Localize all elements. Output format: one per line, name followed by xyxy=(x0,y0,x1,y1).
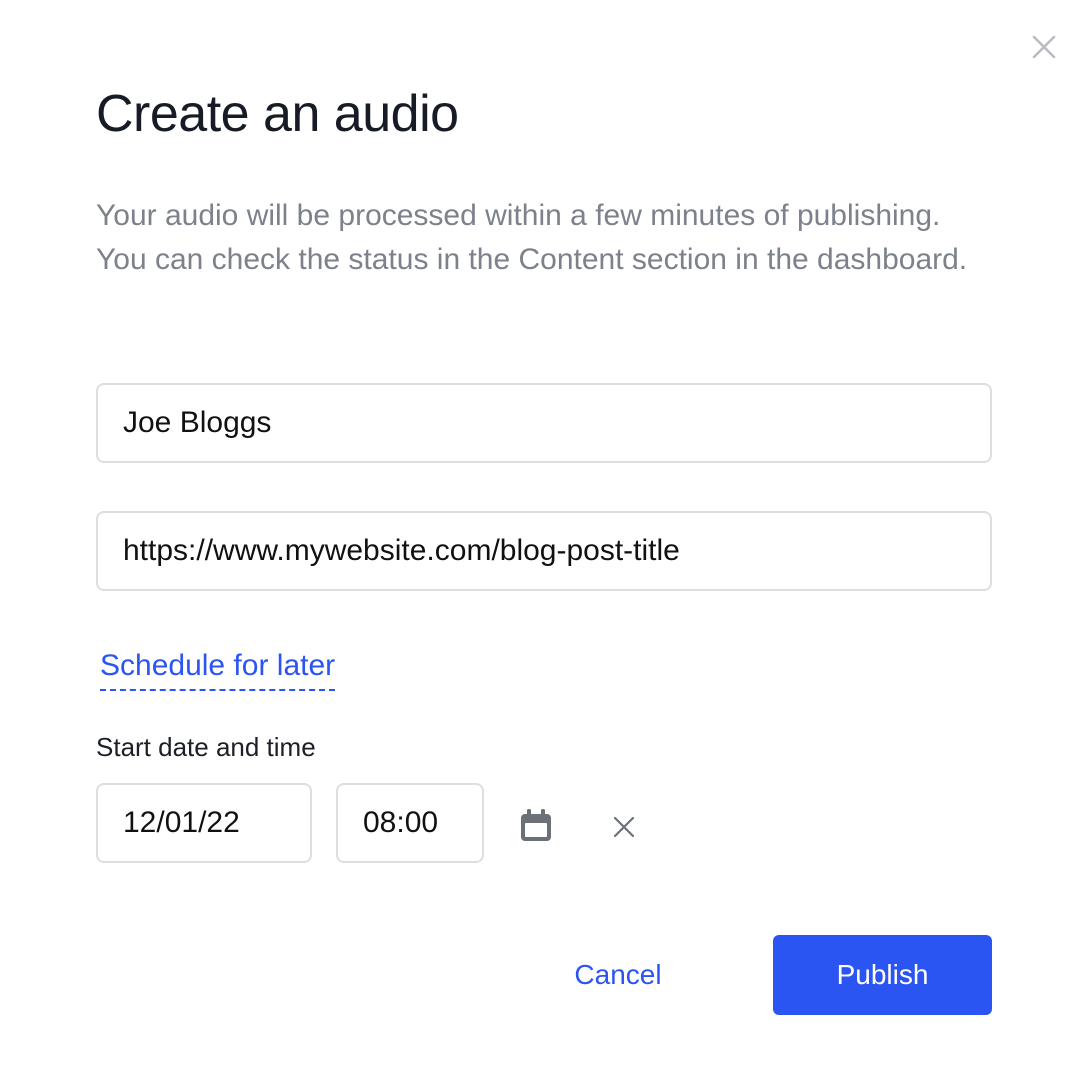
close-icon[interactable] xyxy=(1030,33,1058,61)
cancel-button[interactable]: Cancel xyxy=(560,935,676,1015)
clear-icon[interactable] xyxy=(612,815,636,839)
publish-button[interactable]: Publish xyxy=(773,935,992,1015)
create-audio-dialog: Create an audio Your audio will be proce… xyxy=(0,0,1074,1080)
start-date-time-label: Start date and time xyxy=(96,732,316,762)
start-date-input[interactable] xyxy=(96,783,312,863)
start-time-input[interactable] xyxy=(336,783,484,863)
calendar-icon[interactable] xyxy=(518,808,554,844)
dialog-title: Create an audio xyxy=(96,85,459,143)
article-url-input[interactable] xyxy=(96,511,992,591)
schedule-for-later-link[interactable]: Schedule for later xyxy=(100,646,336,691)
dialog-description: Your audio will be processed within a fe… xyxy=(96,199,968,276)
author-name-input[interactable] xyxy=(96,383,992,463)
